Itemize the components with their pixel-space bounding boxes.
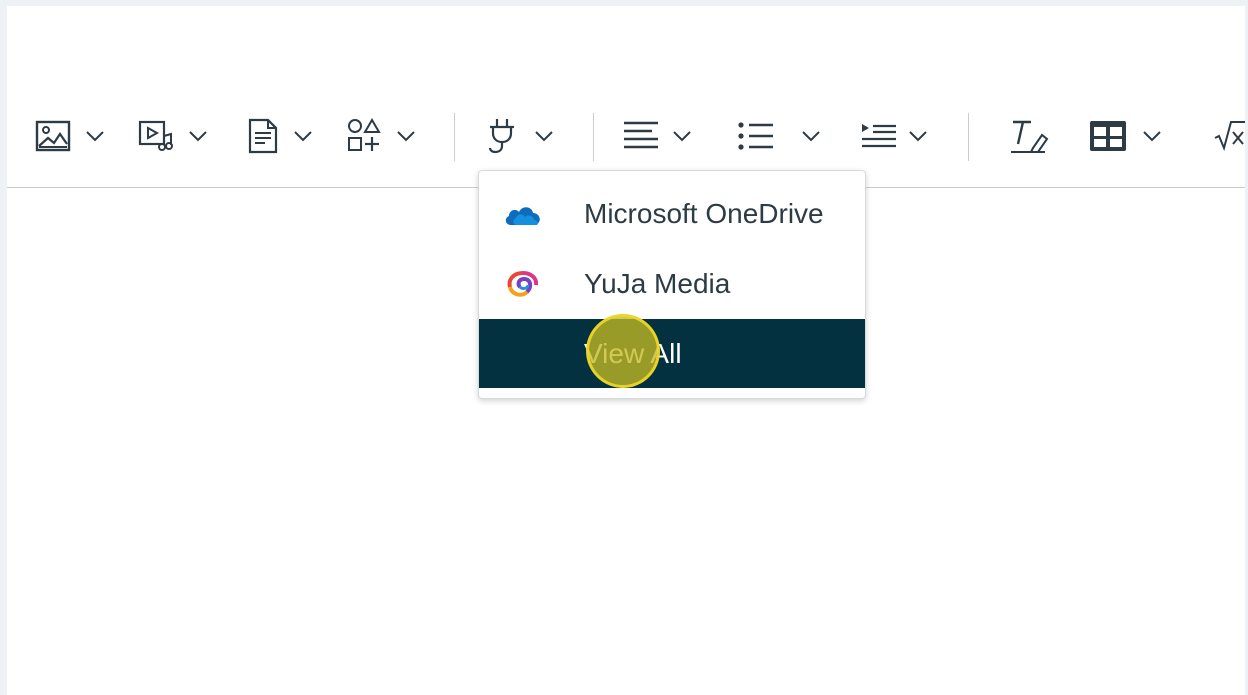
clear-formatting-icon xyxy=(1009,117,1049,155)
menu-item-view-all[interactable]: View All xyxy=(479,319,865,388)
chevron-down-icon xyxy=(801,129,821,143)
shapes-icon xyxy=(346,117,382,155)
media-icon xyxy=(138,118,176,154)
list-button[interactable] xyxy=(737,101,821,171)
chevron-down-icon xyxy=(396,129,416,143)
chevron-down-icon xyxy=(293,129,313,143)
equation-icon xyxy=(1213,118,1245,154)
chevron-down-icon xyxy=(85,129,105,143)
editor-canvas: Microsoft OneDrive YuJa Media View All xyxy=(7,6,1245,695)
apps-menu: Microsoft OneDrive YuJa Media View All xyxy=(478,170,866,399)
equation-button[interactable] xyxy=(1213,101,1245,171)
indent-button[interactable] xyxy=(860,101,928,171)
toolbar-divider xyxy=(454,113,455,161)
menu-item-yuja-media[interactable]: YuJa Media xyxy=(479,249,865,318)
chevron-down-icon xyxy=(672,129,692,143)
document-button[interactable] xyxy=(247,101,313,171)
menu-item-label: Microsoft OneDrive xyxy=(584,198,824,229)
chevron-down-icon xyxy=(908,129,928,143)
menu-item-microsoft-onedrive[interactable]: Microsoft OneDrive xyxy=(479,179,865,248)
chevron-down-icon xyxy=(1142,129,1162,143)
chevron-down-icon xyxy=(188,129,208,143)
chevron-down-icon xyxy=(534,129,554,143)
table-icon xyxy=(1088,119,1128,153)
apps-button[interactable] xyxy=(484,101,554,171)
image-button[interactable] xyxy=(35,101,105,171)
align-button[interactable] xyxy=(622,101,692,171)
document-icon xyxy=(247,117,279,155)
media-button[interactable] xyxy=(138,101,208,171)
menu-item-label: View All xyxy=(584,338,682,369)
toolbar-divider xyxy=(968,113,969,161)
menu-item-label: YuJa Media xyxy=(584,268,731,299)
align-icon xyxy=(622,119,660,153)
image-icon xyxy=(35,118,71,154)
plug-icon xyxy=(484,116,520,156)
bullet-list-icon xyxy=(737,120,775,152)
table-button[interactable] xyxy=(1088,101,1162,171)
clear-formatting-button[interactable] xyxy=(1009,101,1049,171)
yuja-logo-icon xyxy=(503,269,543,299)
toolbar-divider xyxy=(593,113,594,161)
onedrive-cloud-icon xyxy=(503,199,543,229)
shapes-button[interactable] xyxy=(346,101,416,171)
indent-icon xyxy=(860,120,898,152)
